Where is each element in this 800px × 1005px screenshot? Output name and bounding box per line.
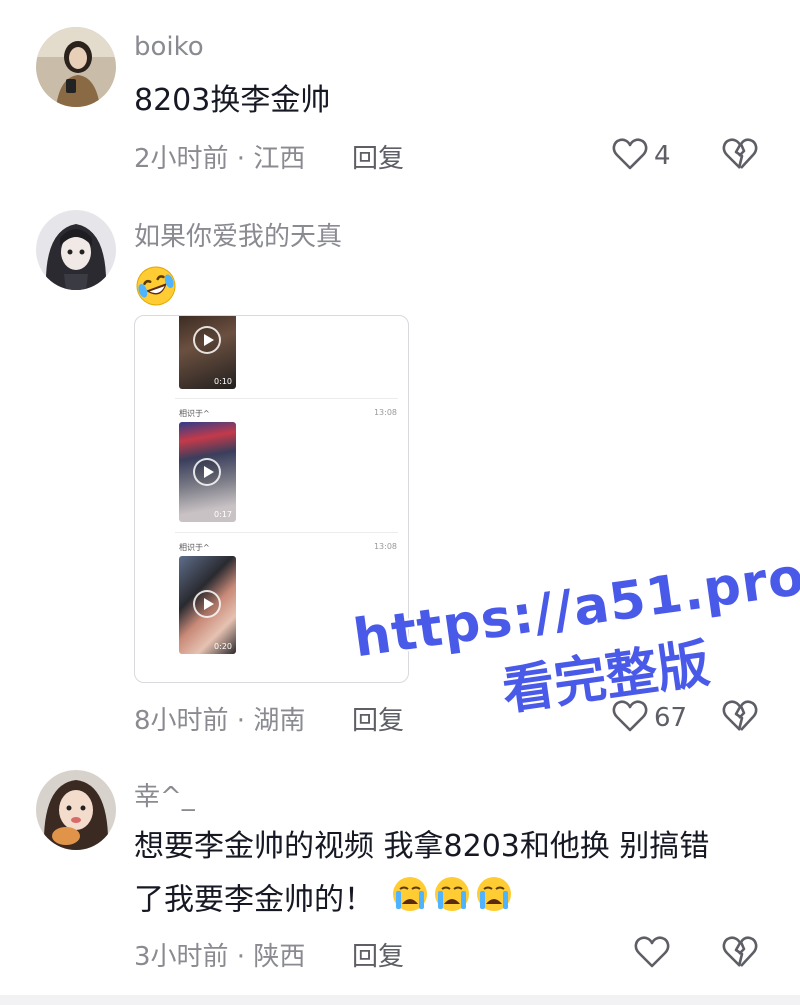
comment-text: 想要李金帅的视频 我拿8203和他换 别搞错 xyxy=(134,829,710,864)
comment-text: 8203换李金帅 xyxy=(134,83,331,118)
username[interactable]: 幸^_ xyxy=(134,776,195,813)
play-icon xyxy=(193,326,221,354)
video-thumbnail[interactable]: 0:17 xyxy=(179,422,236,522)
heart-outline-icon xyxy=(634,935,670,973)
like-button[interactable]: 67 xyxy=(612,699,687,737)
avatar[interactable] xyxy=(36,27,116,107)
dislike-button[interactable] xyxy=(722,699,758,737)
comment-emoji xyxy=(134,260,176,306)
bottom-input-bar[interactable] xyxy=(0,995,800,1005)
heart-outline-icon xyxy=(612,699,648,737)
comment-text-continued: 了我要李金帅的！ xyxy=(134,874,516,928)
comment-text-line2: 了我要李金帅的！ xyxy=(134,882,374,918)
dislike-button[interactable] xyxy=(722,935,758,973)
video-duration: 0:10 xyxy=(214,377,232,386)
like-button[interactable]: 4 xyxy=(612,137,671,175)
username[interactable]: boiko xyxy=(134,32,204,62)
comment-meta: 3小时前 · 陕西 xyxy=(134,942,306,972)
dislike-button[interactable] xyxy=(722,137,758,175)
reply-button[interactable]: 回复 xyxy=(352,138,404,175)
divider xyxy=(175,398,398,399)
message-sender: 相识于^ xyxy=(179,409,210,418)
comment-item: boiko 8203换李金帅 2小时前 · 江西 回复 4 xyxy=(0,0,800,190)
like-button[interactable] xyxy=(634,935,670,973)
comment-meta: 2小时前 · 江西 xyxy=(134,144,306,174)
video-duration: 0:17 xyxy=(214,510,232,519)
message-time: 13:08 xyxy=(373,408,397,417)
reply-button[interactable]: 回复 xyxy=(352,936,404,973)
heart-outline-icon xyxy=(612,137,648,175)
comment-item: 如果你爱我的天真 0:10 相识于^ 13:08 0:17 相识于^ 13:08… xyxy=(0,190,800,750)
broken-heart-icon xyxy=(722,138,758,175)
comment-meta: 8小时前 · 湖南 xyxy=(134,706,306,736)
like-count: 67 xyxy=(654,703,688,733)
divider xyxy=(175,532,398,533)
video-duration: 0:20 xyxy=(214,642,232,651)
laughing-crying-emoji-icon xyxy=(134,264,176,305)
broken-heart-icon xyxy=(722,936,758,973)
username[interactable]: 如果你爱我的天真 xyxy=(134,216,342,253)
reply-button[interactable]: 回复 xyxy=(352,700,404,737)
message-sender: 相识于^ xyxy=(179,543,210,552)
video-thumbnail[interactable]: 0:10 xyxy=(179,316,236,389)
crying-emoji-icon xyxy=(390,874,516,928)
video-thumbnail[interactable]: 0:20 xyxy=(179,556,236,654)
avatar[interactable] xyxy=(36,770,116,850)
like-count: 4 xyxy=(654,141,671,171)
message-time: 13:08 xyxy=(373,542,397,551)
play-icon xyxy=(193,458,221,486)
avatar[interactable] xyxy=(36,210,116,290)
broken-heart-icon xyxy=(722,700,758,737)
play-icon xyxy=(193,590,221,618)
image-attachment[interactable]: 0:10 相识于^ 13:08 0:17 相识于^ 13:08 0:20 xyxy=(134,315,409,683)
comment-item: 幸^_ 想要李金帅的视频 我拿8203和他换 别搞错 了我要李金帅的！ 3小时前… xyxy=(0,750,800,990)
